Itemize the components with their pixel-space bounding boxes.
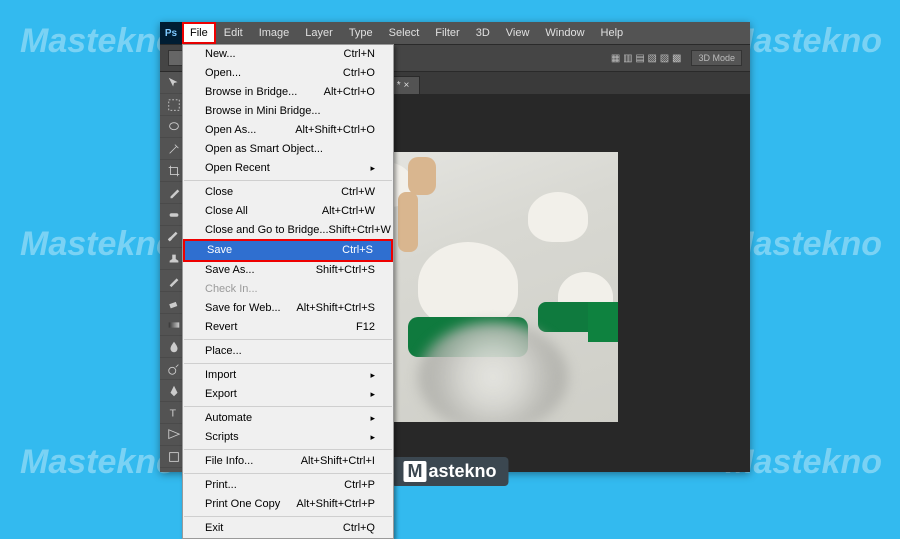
watermark: Mastekno bbox=[20, 443, 177, 482]
watermark: Mastekno bbox=[20, 22, 177, 61]
watermark: Mastekno bbox=[20, 225, 177, 264]
menu-file[interactable]: File bbox=[182, 22, 216, 44]
menu-item-save-as[interactable]: Save As...Shift+Ctrl+S bbox=[183, 261, 393, 280]
menu-3d[interactable]: 3D bbox=[468, 22, 498, 44]
menu-item-browse-in-mini-bridge[interactable]: Browse in Mini Bridge... bbox=[183, 102, 393, 121]
mode-3d-button[interactable]: 3D Mode bbox=[691, 50, 742, 66]
menu-item-close-and-go-to-bridge[interactable]: Close and Go to Bridge...Shift+Ctrl+W bbox=[183, 221, 393, 240]
menu-view[interactable]: View bbox=[498, 22, 538, 44]
menu-item-automate[interactable]: Automate bbox=[183, 409, 393, 428]
menu-item-browse-in-bridge[interactable]: Browse in Bridge...Alt+Ctrl+O bbox=[183, 83, 393, 102]
menu-help[interactable]: Help bbox=[593, 22, 632, 44]
menu-edit[interactable]: Edit bbox=[216, 22, 251, 44]
menu-item-export[interactable]: Export bbox=[183, 385, 393, 404]
menu-item-save-for-web[interactable]: Save for Web...Alt+Shift+Ctrl+S bbox=[183, 299, 393, 318]
menu-item-open-as[interactable]: Open As...Alt+Shift+Ctrl+O bbox=[183, 121, 393, 140]
brand-rest: astekno bbox=[428, 461, 496, 482]
menu-item-close-all[interactable]: Close AllAlt+Ctrl+W bbox=[183, 202, 393, 221]
menu-type[interactable]: Type bbox=[341, 22, 381, 44]
menu-image[interactable]: Image bbox=[251, 22, 298, 44]
menu-filter[interactable]: Filter bbox=[427, 22, 467, 44]
menu-item-new[interactable]: New...Ctrl+N bbox=[183, 45, 393, 64]
menu-item-open-recent[interactable]: Open Recent bbox=[183, 159, 393, 178]
brand-prefix: M bbox=[403, 461, 426, 482]
menu-item-exit[interactable]: ExitCtrl+Q bbox=[183, 519, 393, 538]
menu-item-close[interactable]: CloseCtrl+W bbox=[183, 183, 393, 202]
menu-item-print[interactable]: Print...Ctrl+P bbox=[183, 476, 393, 495]
align-icons[interactable]: ▦ ▥ ▤ ▧ ▨ ▩ bbox=[611, 53, 682, 64]
menu-item-scripts[interactable]: Scripts bbox=[183, 428, 393, 447]
menu-bar: Ps File Edit Image Layer Type Select Fil… bbox=[160, 22, 750, 44]
menu-item-place[interactable]: Place... bbox=[183, 342, 393, 361]
menu-item-check-in: Check In... bbox=[183, 280, 393, 299]
menu-item-revert[interactable]: RevertF12 bbox=[183, 318, 393, 337]
ps-logo-icon: Ps bbox=[160, 22, 182, 44]
menu-select[interactable]: Select bbox=[381, 22, 428, 44]
brand-badge: Mastekno bbox=[391, 457, 508, 486]
menu-item-print-one-copy[interactable]: Print One CopyAlt+Shift+Ctrl+P bbox=[183, 495, 393, 514]
svg-text:T: T bbox=[170, 407, 177, 419]
menu-item-file-info[interactable]: File Info...Alt+Shift+Ctrl+I bbox=[183, 452, 393, 471]
menu-item-open-as-smart-object[interactable]: Open as Smart Object... bbox=[183, 140, 393, 159]
menu-window[interactable]: Window bbox=[537, 22, 592, 44]
close-icon[interactable]: × bbox=[403, 80, 409, 91]
menu-item-save[interactable]: SaveCtrl+S bbox=[185, 241, 391, 260]
photoshop-window: Ps File Edit Image Layer Type Select Fil… bbox=[160, 22, 750, 472]
menu-item-open[interactable]: Open...Ctrl+O bbox=[183, 64, 393, 83]
file-menu-dropdown: New...Ctrl+NOpen...Ctrl+OBrowse in Bridg… bbox=[182, 44, 394, 539]
menu-item-import[interactable]: Import bbox=[183, 366, 393, 385]
menu-layer[interactable]: Layer bbox=[297, 22, 341, 44]
